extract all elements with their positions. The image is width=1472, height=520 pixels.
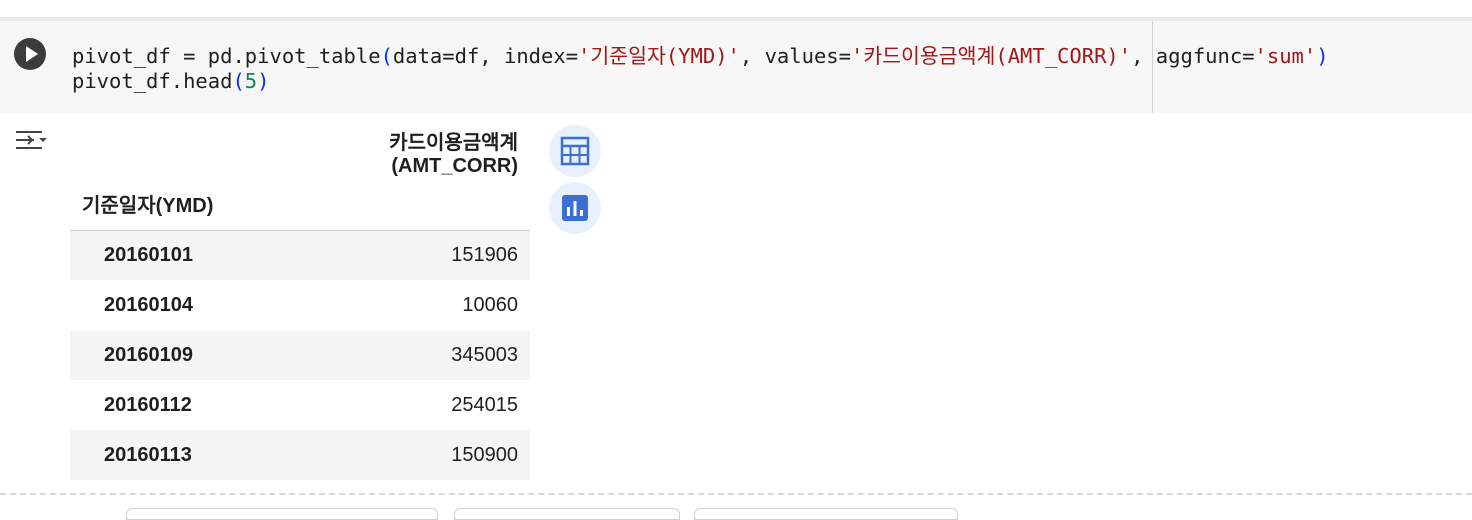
code-string: '기준일자(YMD)' bbox=[578, 44, 740, 68]
code-editor[interactable]: pivot_df = pd.pivot_table(data=df, index… bbox=[62, 21, 1472, 113]
code-token: ) bbox=[257, 69, 270, 93]
add-cell-toolbar-item[interactable] bbox=[694, 508, 958, 520]
code-line-2: pivot_df.head(5) bbox=[72, 69, 269, 93]
code-line-1: pivot_df = pd.pivot_table(data=df, index… bbox=[72, 39, 1329, 69]
code-number: 5 bbox=[244, 69, 258, 93]
row-index: 20160109 bbox=[104, 343, 193, 366]
column-header-value: 카드이용금액계(AMT_CORR) bbox=[389, 132, 518, 177]
table-row: 20160109 345003 bbox=[70, 330, 530, 380]
row-value: 151906 bbox=[451, 243, 518, 266]
code-token: data=df, index= bbox=[392, 44, 579, 68]
table-row: 20160104 10060 bbox=[70, 280, 530, 330]
bar-chart-icon bbox=[562, 195, 588, 221]
table-icon bbox=[560, 136, 590, 166]
row-value: 150900 bbox=[451, 443, 518, 466]
row-index: 20160113 bbox=[104, 443, 192, 466]
code-token: pivot_df = pd.pivot_table bbox=[72, 44, 381, 68]
index-name-row: 기준일자(YMD) bbox=[70, 178, 530, 230]
code-string: '카드이용금액계(AMT_CORR)' bbox=[850, 44, 1132, 68]
table-row: 20160101 151906 bbox=[70, 230, 530, 280]
row-index: 20160112 bbox=[104, 393, 192, 416]
row-index: 20160104 bbox=[104, 293, 193, 316]
suggest-charts-button[interactable] bbox=[549, 182, 601, 234]
add-cell-toolbar-item[interactable] bbox=[126, 508, 438, 520]
convert-to-interactive-table-button[interactable] bbox=[549, 125, 601, 177]
table-row: 20160112 254015 bbox=[70, 380, 530, 430]
code-token: ( bbox=[380, 44, 393, 68]
row-index: 20160101 bbox=[104, 243, 193, 266]
cell-divider bbox=[0, 493, 1472, 495]
run-cell-button[interactable] bbox=[14, 38, 46, 70]
index-name: 기준일자(YMD) bbox=[82, 195, 214, 218]
row-value: 254015 bbox=[451, 393, 518, 416]
ruler-line bbox=[1152, 21, 1153, 113]
row-value: 10060 bbox=[462, 293, 518, 316]
output-collapse-icon[interactable] bbox=[14, 126, 48, 156]
code-string: 'sum' bbox=[1254, 44, 1317, 68]
code-token: , aggfunc= bbox=[1131, 44, 1255, 68]
add-cell-toolbar-item[interactable] bbox=[454, 508, 680, 520]
code-token: ) bbox=[1316, 44, 1329, 68]
dataframe-table: 카드이용금액계(AMT_CORR) 기준일자(YMD) 20160101 151… bbox=[70, 126, 530, 480]
code-token: , values= bbox=[739, 44, 851, 68]
column-header-row: 카드이용금액계(AMT_CORR) bbox=[70, 126, 530, 178]
row-value: 345003 bbox=[451, 343, 518, 366]
code-token: pivot_df.head bbox=[72, 69, 233, 93]
table-row: 20160113 150900 bbox=[70, 430, 530, 480]
code-token: ( bbox=[232, 69, 245, 93]
